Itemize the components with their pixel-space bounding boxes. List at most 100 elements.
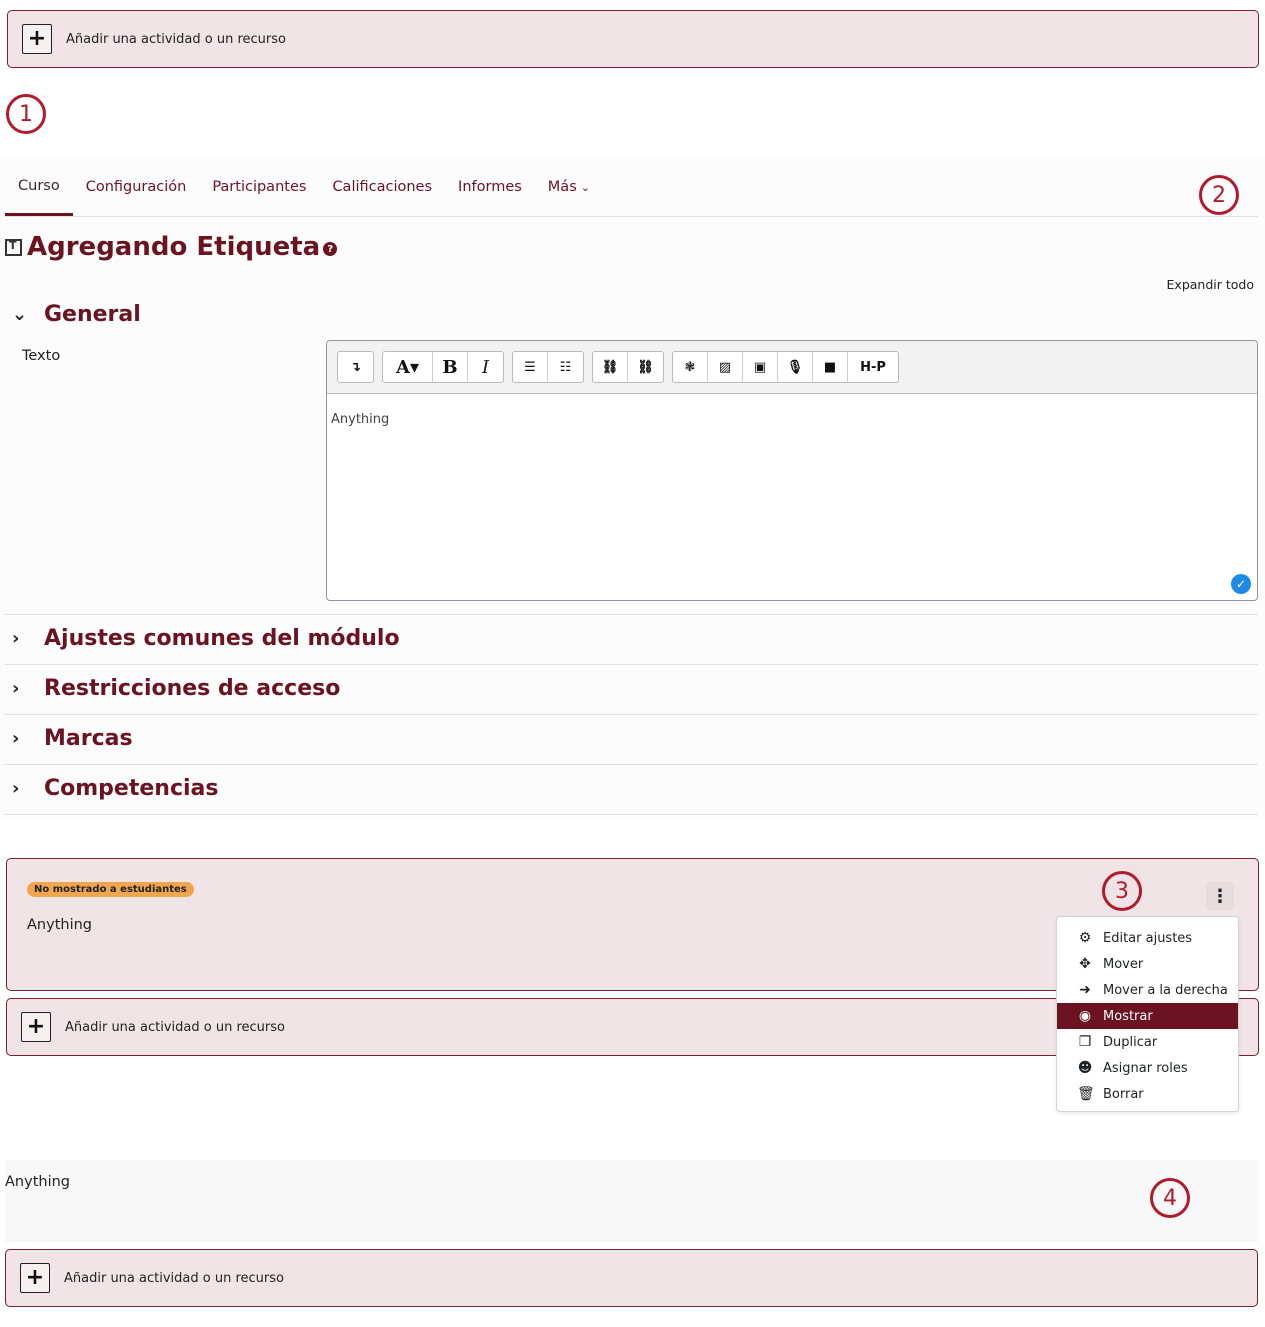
section-title: Restricciones de acceso xyxy=(44,676,341,701)
editor-content[interactable]: Anything xyxy=(327,394,1257,445)
arrow-right-icon: ➜ xyxy=(1079,982,1091,998)
menu-item-edit-settings[interactable]: ⚙ Editar ajustes xyxy=(1057,925,1238,951)
section-title: Ajustes comunes del módulo xyxy=(44,626,400,651)
link-button[interactable]: ⛓ xyxy=(593,352,628,382)
add-activity-bar-bottom[interactable]: + Añadir una actividad o un recurso xyxy=(5,1249,1258,1307)
add-activity-label: Añadir una actividad o un recurso xyxy=(64,1270,284,1286)
trash-icon: 🗑 xyxy=(1077,1086,1095,1102)
tab-calificaciones[interactable]: Calificaciones xyxy=(319,158,445,216)
plus-icon[interactable]: + xyxy=(21,1012,51,1042)
activity-actions-menu: ⚙ Editar ajustes ✥ Mover ➜ Mover a la derec… xyxy=(1056,916,1239,1112)
record-video-button[interactable]: ■ xyxy=(813,352,848,382)
tab-label: Más xyxy=(547,179,577,195)
move-icon: ✥ xyxy=(1079,956,1091,972)
text-field-label: Texto xyxy=(22,348,61,364)
menu-item-label: Mostrar xyxy=(1103,1008,1153,1024)
label-module-icon xyxy=(5,238,22,256)
tab-label: Informes xyxy=(458,179,522,195)
unordered-list-button[interactable]: ☰ xyxy=(513,352,548,382)
menu-item-label: Mover xyxy=(1103,956,1144,972)
rich-text-editor: ↴ A▾ B I ☰ ☷ ⛓ ⛓ ❃ ▨ ▣ 🎙 ■ H-P Anything … xyxy=(326,340,1258,601)
h5p-button[interactable]: H-P xyxy=(848,352,898,382)
section-title: Competencias xyxy=(44,776,219,801)
section-divider xyxy=(5,814,1258,815)
italic-button[interactable]: I xyxy=(468,352,503,382)
callout-3: 3 xyxy=(1102,871,1142,911)
media-manager-button[interactable]: ❃ xyxy=(673,352,708,382)
callout-1: 1 xyxy=(6,94,46,134)
tab-participantes[interactable]: Participantes xyxy=(199,158,319,216)
section-title: General xyxy=(44,302,141,327)
tab-informes[interactable]: Informes xyxy=(445,158,535,216)
section-common-settings[interactable]: › Ajustes comunes del módulo xyxy=(12,626,400,651)
add-activity-bar-top[interactable]: + Añadir una actividad o un recurso xyxy=(7,10,1259,68)
editor-toolbar: ↴ A▾ B I ☰ ☷ ⛓ ⛓ ❃ ▨ ▣ 🎙 ■ H-P xyxy=(327,341,1257,394)
add-activity-label: Añadir una actividad o un recurso xyxy=(66,31,286,47)
tab-mas[interactable]: Más ⌄ xyxy=(535,158,603,216)
toolbar-group-lists: ☰ ☷ xyxy=(512,351,584,383)
label-preview-block: Anything xyxy=(5,1160,1258,1242)
menu-item-show[interactable]: ◉ Mostrar xyxy=(1057,1003,1238,1029)
menu-item-assign-roles[interactable]: ☻ Asignar roles xyxy=(1057,1055,1238,1081)
media-button[interactable]: ▣ xyxy=(743,352,778,382)
section-divider xyxy=(5,664,1258,665)
menu-item-label: Borrar xyxy=(1103,1086,1144,1102)
chevron-right-icon: › xyxy=(12,778,20,799)
tab-label: Calificaciones xyxy=(332,179,433,195)
menu-item-label: Mover a la derecha xyxy=(1103,982,1228,998)
callout-4: 4 xyxy=(1150,1178,1190,1218)
check-icon: ✓ xyxy=(1231,574,1251,594)
user-circle-icon: ☻ xyxy=(1077,1060,1093,1076)
section-divider xyxy=(5,714,1258,715)
tab-configuracion[interactable]: Configuración xyxy=(73,158,200,216)
plus-icon[interactable]: + xyxy=(22,24,52,54)
section-competencies[interactable]: › Competencias xyxy=(12,776,218,801)
menu-item-label: Asignar roles xyxy=(1103,1060,1188,1076)
tab-curso[interactable]: Curso xyxy=(5,158,73,216)
help-icon[interactable]: ? xyxy=(323,242,338,256)
tab-label: Participantes xyxy=(212,179,307,195)
unlink-button[interactable]: ⛓ xyxy=(628,352,663,382)
section-title: Marcas xyxy=(44,726,133,751)
font-style-button[interactable]: A▾ xyxy=(383,352,433,382)
menu-item-move-right[interactable]: ➜ Mover a la derecha xyxy=(1057,977,1238,1003)
chevron-down-icon: ⌄ xyxy=(12,304,28,325)
copy-icon: ❐ xyxy=(1078,1034,1092,1050)
section-divider xyxy=(5,614,1258,615)
page-title-row: Agregando Etiqueta ? xyxy=(5,232,338,262)
kebab-menu-icon[interactable]: ⋮ xyxy=(1206,882,1234,910)
ordered-list-button[interactable]: ☷ xyxy=(548,352,583,382)
page-title: Agregando Etiqueta xyxy=(27,232,321,262)
chevron-down-icon: ⌄ xyxy=(580,180,590,194)
menu-item-duplicate[interactable]: ❐ Duplicar xyxy=(1057,1029,1238,1055)
toolbar-group-media: ❃ ▨ ▣ 🎙 ■ H-P xyxy=(672,351,899,383)
eye-slash-icon: ◉ xyxy=(1078,1008,1092,1024)
menu-item-delete[interactable]: 🗑 Borrar xyxy=(1057,1081,1238,1107)
chevron-right-icon: › xyxy=(12,728,20,749)
image-button[interactable]: ▨ xyxy=(708,352,743,382)
section-general[interactable]: ⌄ General xyxy=(12,302,141,327)
toolbar-toggle-button[interactable]: ↴ xyxy=(338,352,373,382)
menu-item-move[interactable]: ✥ Mover xyxy=(1057,951,1238,977)
section-access-restrictions[interactable]: › Restricciones de acceso xyxy=(12,676,340,701)
label-preview-text: Anything xyxy=(5,1174,70,1190)
plus-icon[interactable]: + xyxy=(20,1263,50,1293)
add-activity-label: Añadir una actividad o un recurso xyxy=(65,1019,285,1035)
menu-item-label: Duplicar xyxy=(1103,1034,1158,1050)
expand-all-link[interactable]: Expandir todo xyxy=(1167,277,1254,292)
label-text: Anything xyxy=(27,917,92,933)
toolbar-group-format: A▾ B I xyxy=(382,351,504,383)
section-tags[interactable]: › Marcas xyxy=(12,726,133,751)
menu-item-label: Editar ajustes xyxy=(1103,930,1193,946)
status-badge: No mostrado a estudiantes xyxy=(27,882,194,897)
tab-label: Configuración xyxy=(85,179,187,195)
course-nav-tabs: Curso Configuración Participantes Califi… xyxy=(5,158,1258,217)
toolbar-group-expand: ↴ xyxy=(337,351,374,383)
record-audio-button[interactable]: 🎙 xyxy=(778,352,813,382)
tab-label: Curso xyxy=(18,177,60,194)
callout-2: 2 xyxy=(1199,175,1239,215)
bold-button[interactable]: B xyxy=(433,352,468,382)
chevron-right-icon: › xyxy=(12,678,20,699)
gear-icon: ⚙ xyxy=(1078,930,1092,946)
section-divider xyxy=(5,764,1258,765)
